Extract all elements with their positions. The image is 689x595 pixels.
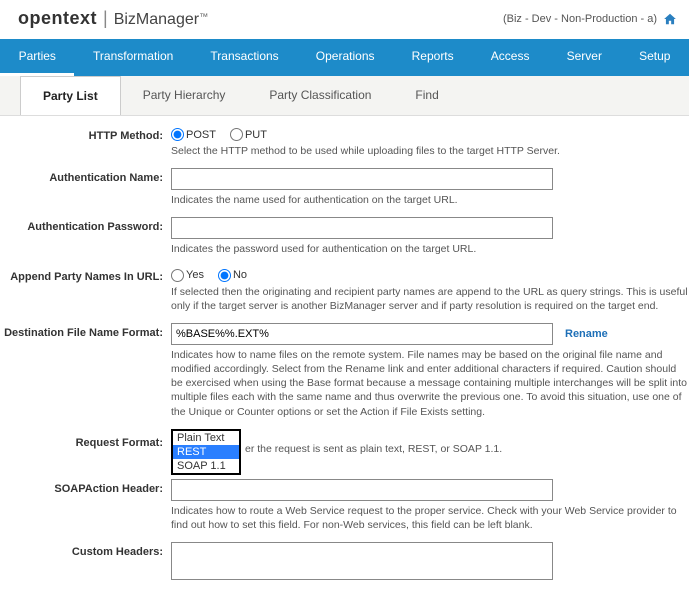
home-icon[interactable] [663,12,677,26]
nav-transactions[interactable]: Transactions [192,39,297,76]
brand-opentext: opentext [18,8,97,29]
rename-link[interactable]: Rename [565,328,608,340]
radio-no[interactable]: No [218,269,247,282]
nav-transformation[interactable]: Transformation [74,39,191,76]
label-http-method: HTTP Method: [0,126,167,142]
label-append-names: Append Party Names In URL: [0,267,167,283]
label-soap-action: SOAPAction Header: [0,479,167,495]
subtab-find[interactable]: Find [393,76,460,115]
radio-put[interactable]: PUT [230,128,267,141]
subtab-party-list[interactable]: Party List [20,76,121,115]
subtab-party-classification[interactable]: Party Classification [247,76,393,115]
brand-bizmanager: BizManager [114,11,199,28]
hint-soap-action: Indicates how to route a Web Service req… [171,504,689,532]
nav-reports[interactable]: Reports [393,39,472,76]
radio-post[interactable]: POST [171,128,216,141]
auth-pass-input[interactable] [171,217,553,239]
hint-append-names: If selected then the originating and rec… [171,285,689,313]
opt-plain-text[interactable]: Plain Text [173,431,239,445]
soap-action-input[interactable] [171,479,553,501]
custom-headers-input[interactable] [171,542,553,580]
nav-access[interactable]: Access [472,39,548,76]
hint-auth-name: Indicates the name used for authenticati… [171,193,689,207]
nav-operations[interactable]: Operations [297,39,393,76]
environment-label: (Biz - Dev - Non-Production - a) [503,13,657,25]
radio-yes[interactable]: Yes [171,269,204,282]
label-dest-fmt: Destination File Name Format: [0,323,167,339]
nav-parties[interactable]: Parties [0,39,74,76]
main-nav: Parties Transformation Transactions Oper… [0,39,689,76]
nav-setup[interactable]: Setup [621,39,689,76]
brand-logo: opentext | BizManager™ [18,8,208,29]
hint-auth-pass: Indicates the password used for authenti… [171,242,689,256]
opt-soap[interactable]: SOAP 1.1 [173,459,239,473]
sub-nav: Party List Party Hierarchy Party Classif… [0,76,689,116]
hint-http-method: Select the HTTP method to be used while … [171,144,689,158]
label-auth-pass: Authentication Password: [0,217,167,233]
request-format-select[interactable]: Plain Text REST SOAP 1.1 [171,429,241,475]
label-custom-headers: Custom Headers: [0,542,167,558]
opt-rest[interactable]: REST [173,445,239,459]
label-auth-name: Authentication Name: [0,168,167,184]
label-request-format: Request Format: [0,429,167,449]
subtab-party-hierarchy[interactable]: Party Hierarchy [121,76,248,115]
hint-dest-fmt: Indicates how to name files on the remot… [171,348,689,419]
auth-name-input[interactable] [171,168,553,190]
hint-request-format: er the request is sent as plain text, RE… [241,429,502,455]
dest-fmt-input[interactable] [171,323,553,345]
nav-server[interactable]: Server [548,39,620,76]
